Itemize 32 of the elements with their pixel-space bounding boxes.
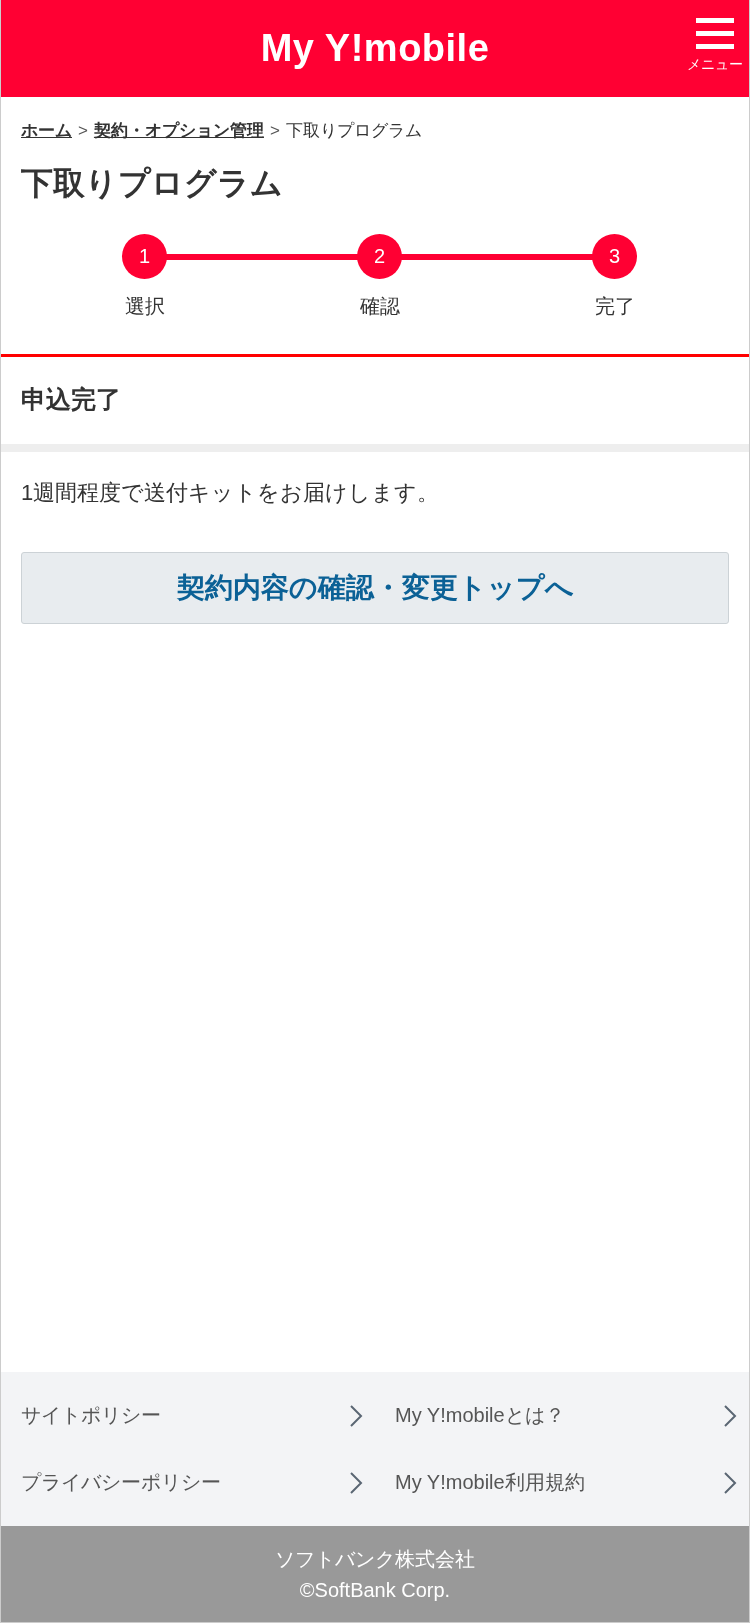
- section-title: 申込完了: [21, 384, 122, 415]
- step-label: 完了: [594, 294, 635, 319]
- chevron-right-icon: [723, 1470, 737, 1495]
- footer-link[interactable]: My Y!mobileとは？: [375, 1382, 749, 1449]
- copyright-text: ©SoftBank Corp.: [299, 1579, 451, 1602]
- footer-link-label: プライバシーポリシー: [21, 1470, 221, 1495]
- step-label: 選択: [124, 294, 165, 319]
- chevron-right-icon: [723, 1403, 737, 1428]
- step-label: 確認: [359, 294, 400, 319]
- menu-button[interactable]: メニュー: [687, 18, 743, 74]
- step-number: 1: [122, 234, 167, 279]
- step-number: 2: [357, 234, 402, 279]
- copyright-text: ソフトバンク株式会社: [275, 1547, 475, 1572]
- breadcrumb-current: 下取りプログラム: [285, 120, 422, 142]
- breadcrumb-separator: >: [269, 120, 280, 141]
- breadcrumb-separator: >: [78, 120, 88, 141]
- breadcrumb-link[interactable]: 契約・オプション管理: [93, 119, 264, 142]
- footer-link[interactable]: プライバシーポリシー: [1, 1449, 375, 1516]
- footer-link[interactable]: My Y!mobile利用規約: [375, 1449, 749, 1516]
- footer-link[interactable]: サイトポリシー: [1, 1382, 375, 1449]
- contract-top-button[interactable]: 契約内容の確認・変更トップへ: [21, 552, 729, 624]
- chevron-right-icon: [349, 1403, 363, 1428]
- footer-link-label: My Y!mobileとは？: [395, 1403, 565, 1428]
- step-number: 3: [592, 234, 637, 279]
- breadcrumb-link[interactable]: ホーム: [21, 119, 72, 142]
- message-text: 1週間程度で送付キットをお届けします。: [21, 479, 441, 507]
- footer-link-label: My Y!mobile利用規約: [395, 1470, 585, 1495]
- logo: My Y!mobile: [260, 27, 490, 70]
- page-title: 下取りプログラム: [21, 164, 284, 203]
- footer-link-label: サイトポリシー: [21, 1403, 161, 1428]
- menu-icon: [696, 18, 734, 50]
- chevron-right-icon: [349, 1470, 363, 1495]
